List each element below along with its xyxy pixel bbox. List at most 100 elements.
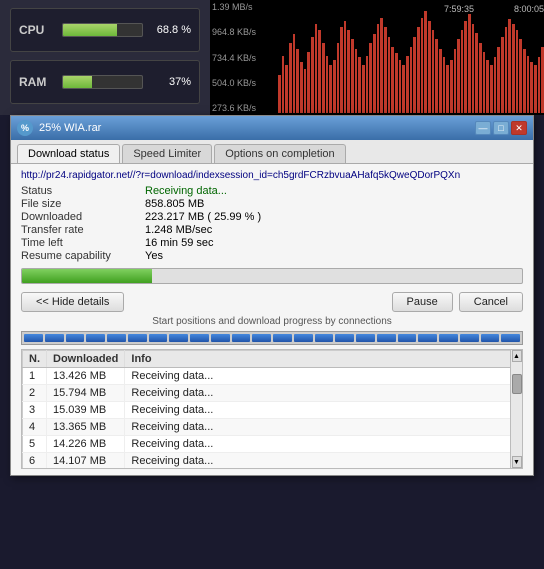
window-controls[interactable]: — □ ✕ [475, 121, 527, 135]
table-cell-n: 3 [23, 402, 47, 419]
ram-value: 37% [151, 76, 191, 88]
connection-segment [273, 334, 292, 342]
chart-bar [479, 43, 482, 113]
chart-bar [446, 65, 449, 113]
chart-bar [329, 65, 332, 113]
connection-segment [24, 334, 43, 342]
speed-label-2: 964.8 KB/s [212, 27, 276, 37]
download-window: % 25% WIA.rar — □ ✕ Download status Spee… [10, 115, 534, 476]
connection-segment [439, 334, 458, 342]
table-cell-downloaded: 15.039 MB [47, 402, 125, 419]
chart-bar [464, 21, 467, 113]
connection-segment [45, 334, 64, 342]
table-cell-info: Receiving data... [125, 453, 522, 470]
chart-bar [340, 27, 343, 113]
table-cell-n: 5 [23, 436, 47, 453]
pause-button[interactable]: Pause [392, 292, 453, 312]
chart-bar [530, 62, 533, 113]
table-cell-info: Receiving data... [125, 419, 522, 436]
chart-bar [377, 24, 380, 113]
downloaded-label: Downloaded [21, 211, 141, 223]
table-cell-info: Receiving data... [125, 402, 522, 419]
connection-segment [232, 334, 251, 342]
close-button[interactable]: ✕ [511, 121, 527, 135]
cpu-progress-bar [63, 24, 117, 36]
table-row: 413.365 MBReceiving data... [23, 419, 522, 436]
chart-bar [421, 18, 424, 113]
chart-bar [410, 47, 413, 113]
connection-segment [377, 334, 396, 342]
hide-details-button[interactable]: << Hide details [21, 292, 124, 312]
chart-bar [534, 65, 537, 113]
chart-bar [508, 19, 511, 113]
chart-bar [300, 62, 303, 113]
chart-bar [512, 24, 515, 113]
chart-bar [457, 39, 460, 113]
table-header-row: N. Downloaded Info [23, 351, 522, 368]
tab-options-completion[interactable]: Options on completion [214, 144, 345, 163]
monitor-gauges: CPU 68.8 % RAM 37% [0, 0, 210, 115]
chart-bar [475, 33, 478, 113]
chart-bar [322, 43, 325, 113]
table-row: 514.226 MBReceiving data... [23, 436, 522, 453]
chart-bar [468, 14, 471, 113]
ram-label: RAM [19, 75, 54, 89]
chart-bar [432, 30, 435, 113]
table-cell-info: Receiving data... [125, 368, 522, 385]
downloaded-value: 223.217 MB ( 25.99 % ) [145, 211, 523, 223]
file-size-label: File size [21, 198, 141, 210]
speed-label-4: 504.0 KB/s [212, 78, 276, 88]
chart-bar [417, 27, 420, 113]
connection-progress [21, 331, 523, 345]
chart-bar [351, 39, 354, 113]
table-cell-n: 2 [23, 385, 47, 402]
cpu-label: CPU [19, 23, 54, 37]
chart-bar [406, 56, 409, 113]
table-row: 113.426 MBReceiving data... [23, 368, 522, 385]
resume-value: Yes [145, 250, 523, 262]
time-left-value: 16 min 59 sec [145, 237, 523, 249]
chart-bar [527, 56, 530, 113]
time-left-label: Time left [21, 237, 141, 249]
scrollbar-thumb[interactable] [512, 374, 522, 394]
download-progress-container [21, 268, 523, 284]
chart-bar [337, 43, 340, 113]
window-title: 25% WIA.rar [39, 122, 101, 134]
chart-bar [278, 75, 281, 113]
cpu-progress-container [62, 23, 143, 37]
maximize-button[interactable]: □ [493, 121, 509, 135]
cpu-value: 68.8 % [151, 24, 191, 36]
file-size-value: 858.805 MB [145, 198, 523, 210]
chart-bar [326, 56, 329, 113]
connection-segment [190, 334, 209, 342]
chart-bar [497, 47, 500, 113]
chart-bar [516, 30, 519, 113]
buttons-row: << Hide details Pause Cancel [21, 292, 523, 312]
chart-bar [490, 65, 493, 113]
chart-bar [304, 69, 307, 113]
chart-bar [366, 56, 369, 113]
chart-bar [347, 30, 350, 113]
chart-bar [369, 43, 372, 113]
table-scrollbar[interactable]: ▲ ▼ [510, 350, 522, 468]
connection-segment [211, 334, 230, 342]
tab-bar: Download status Speed Limiter Options on… [11, 140, 533, 164]
minimize-button[interactable]: — [475, 121, 491, 135]
ram-progress-container [62, 75, 143, 89]
chart-bar [538, 57, 541, 113]
scroll-down-arrow[interactable]: ▼ [512, 456, 522, 468]
tab-download-status[interactable]: Download status [17, 144, 120, 163]
table-cell-n: 6 [23, 453, 47, 470]
download-url: http://pr24.rapidgator.net//?r=download/… [21, 170, 523, 181]
speed-label-1: 1.39 MB/s [212, 2, 276, 12]
chart-bar [384, 27, 387, 113]
chart-bar [315, 24, 318, 113]
chart-bar [380, 18, 383, 113]
connections-table-wrapper: N. Downloaded Info 113.426 MBReceiving d… [21, 349, 523, 469]
scroll-up-arrow[interactable]: ▲ [512, 350, 522, 362]
chart-bar [307, 52, 310, 113]
cpu-monitor: CPU 68.8 % [10, 8, 200, 52]
tab-speed-limiter[interactable]: Speed Limiter [122, 144, 212, 163]
chart-bar [395, 53, 398, 113]
cancel-button[interactable]: Cancel [459, 292, 523, 312]
